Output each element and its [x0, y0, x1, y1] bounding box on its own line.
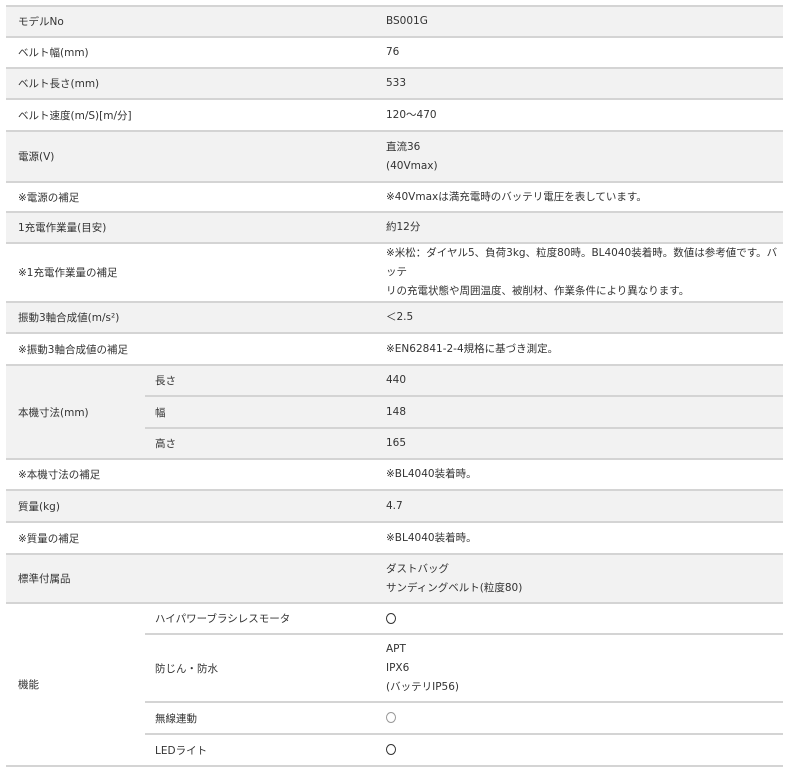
spec-value: ※米松：ダイヤル5、負荷3kg、粒度80時。BL4040装着時。数値は参考値です…	[378, 243, 783, 303]
spec-row: ベルト速度(m/S)[m/分] 120〜470	[6, 99, 783, 132]
spec-row: モデルNo BS001G	[6, 6, 783, 38]
spec-sub-label: ハイパワーブラシレスモータ	[145, 603, 378, 635]
spec-value-line: APT	[386, 642, 406, 655]
spec-label: ※電源の補足	[6, 182, 378, 213]
spec-value-line: 約12分	[386, 221, 421, 233]
spec-value: 440	[378, 365, 783, 397]
spec-value: ※BL4040装着時。	[378, 522, 783, 555]
spec-value-line: ※米松：ダイヤル5、負荷3kg、粒度80時。BL4040装着時。数値は参考値です…	[386, 247, 778, 278]
circle-mark	[386, 612, 396, 624]
spec-row: 本機寸法(mm) 長さ 440	[6, 365, 783, 460]
spec-label: ※質量の補足	[6, 522, 378, 555]
spec-value-line: (バッテリIP56)	[386, 680, 459, 693]
spec-value: APT IPX6 (バッテリIP56)	[378, 634, 783, 703]
spec-label: 振動3軸合成値(m/s²)	[6, 302, 378, 334]
spec-label: ベルト速度(m/S)[m/分]	[6, 99, 378, 132]
spec-label: モデルNo	[6, 6, 378, 38]
spec-row: ベルト長さ(mm) 533	[6, 68, 783, 100]
spec-table: モデルNo BS001G ベルト幅(mm) 76 ベルト長さ(mm) 533 ベルト速度(m…	[6, 5, 783, 767]
circle-mark	[386, 744, 396, 755]
spec-value: ※40Vmaxは満充電時のバッテリ電圧を表しています。	[378, 182, 783, 213]
spec-label: 電源(V)	[6, 131, 378, 183]
spec-row: 電源(V) 直流36 (40Vmax)	[6, 131, 783, 183]
spec-value-line: リの充電状態や周囲温度、被削材、作業条件により異なります。	[386, 285, 690, 297]
spec-row: 機能 ハイパワーブラシレスモータ	[6, 603, 783, 767]
spec-value-line: 直流36	[386, 140, 421, 153]
spec-value-line: 76	[386, 46, 400, 58]
spec-sub-label: 高さ	[145, 428, 378, 460]
spec-row: 標準付属品 ダストバッグサンディングベルト(粒度80)	[6, 554, 783, 604]
spec-value: 約12分	[378, 212, 783, 244]
spec-label: 質量(kg)	[6, 490, 378, 523]
spec-label: 標準付属品	[6, 554, 378, 604]
spec-value-line: 533	[386, 77, 407, 89]
spec-row: ※1充電作業量の補足 ※米松：ダイヤル5、負荷3kg、粒度80時。BL4040装着…	[6, 243, 783, 303]
spec-sub-label: 防じん・防水	[145, 634, 378, 703]
spec-value-line: 148	[386, 405, 407, 418]
spec-row: ※振動3軸合成値の補足 ※EN62841-2-4規格に基づき測定。	[6, 333, 783, 366]
spec-value: 4.7	[378, 490, 783, 523]
spec-label: ※本機寸法の補足	[6, 459, 378, 491]
spec-value-line: 165	[386, 437, 407, 449]
spec-row: 質量(kg) 4.7	[6, 490, 783, 523]
spec-value-line: サンディングベルト(粒度80)	[386, 581, 523, 594]
spec-value-line: ＜2.5	[386, 311, 414, 323]
spec-row: ※質量の補足 ※BL4040装着時。	[6, 522, 783, 555]
circle-icon	[386, 609, 783, 628]
spec-value: ＜2.5	[378, 302, 783, 334]
spec-label: 機能	[6, 603, 145, 767]
spec-value	[378, 702, 783, 735]
spec-value-line: ダストバッグ	[386, 562, 449, 575]
spec-value: ※BL4040装着時。	[378, 459, 783, 491]
spec-value-line: ※BL4040装着時。	[386, 468, 477, 480]
spec-value: 直流36 (40Vmax)	[378, 131, 783, 183]
spec-value-line: ※EN62841-2-4規格に基づき測定。	[386, 342, 559, 355]
circle-mark	[386, 712, 396, 723]
circle-icon	[386, 709, 783, 728]
spec-value-line: 4.7	[386, 499, 403, 512]
spec-row: 1充電作業量(目安) 約12分	[6, 212, 783, 244]
spec-value-line: BS001G	[386, 15, 428, 27]
spec-value: ※EN62841-2-4規格に基づき測定。	[378, 333, 783, 366]
spec-value: 148	[378, 396, 783, 429]
spec-value-line: 120〜470	[386, 108, 437, 121]
spec-label: 1充電作業量(目安)	[6, 212, 378, 244]
spec-value-line: 440	[386, 374, 407, 386]
spec-row: 振動3軸合成値(m/s²) ＜2.5	[6, 302, 783, 334]
spec-value: 533	[378, 68, 783, 100]
spec-label: ※振動3軸合成値の補足	[6, 333, 378, 366]
spec-value: 120〜470	[378, 99, 783, 132]
spec-label: 本機寸法(mm)	[6, 365, 145, 460]
spec-label: ※1充電作業量の補足	[6, 243, 378, 303]
spec-table-body: モデルNo BS001G ベルト幅(mm) 76 ベルト長さ(mm) 533 ベルト速度(m…	[6, 6, 783, 767]
spec-value-line: (40Vmax)	[386, 159, 438, 172]
spec-value: BS001G	[378, 6, 783, 38]
spec-row: ベルト幅(mm) 76	[6, 37, 783, 69]
circle-icon	[386, 741, 783, 760]
spec-sub-label: 幅	[145, 396, 378, 429]
spec-value: ダストバッグサンディングベルト(粒度80)	[378, 554, 783, 604]
spec-sub-label: 長さ	[145, 365, 378, 397]
spec-value	[378, 603, 783, 635]
spec-value: 76	[378, 37, 783, 69]
spec-value: 165	[378, 428, 783, 460]
spec-value-line: ※BL4040装着時。	[386, 531, 477, 544]
spec-label: ベルト長さ(mm)	[6, 68, 378, 100]
spec-value-line: ※40Vmaxは満充電時のバッテリ電圧を表しています。	[386, 190, 647, 203]
spec-row: ※本機寸法の補足 ※BL4040装着時。	[6, 459, 783, 491]
spec-row: ※電源の補足 ※40Vmaxは満充電時のバッテリ電圧を表しています。	[6, 182, 783, 213]
spec-sub-label: LEDライト	[145, 734, 378, 767]
spec-sub-label: 無線連動	[145, 702, 378, 735]
spec-value	[378, 734, 783, 767]
spec-value-line: IPX6	[386, 661, 410, 674]
spec-label: ベルト幅(mm)	[6, 37, 378, 69]
